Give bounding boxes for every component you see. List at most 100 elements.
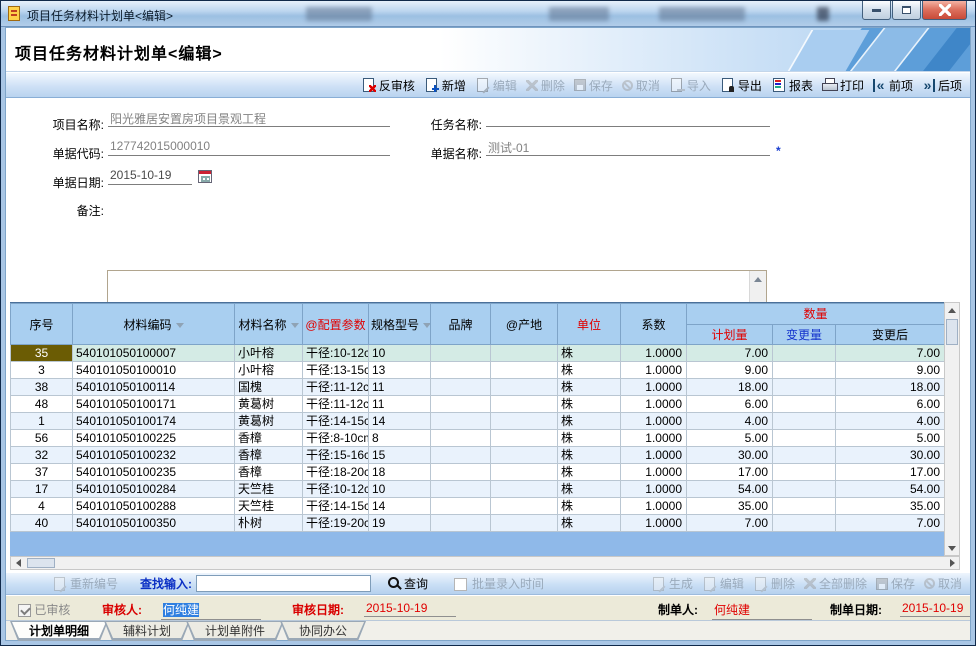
table-cell[interactable]: 54.00: [687, 481, 773, 498]
table-cell[interactable]: 37: [11, 464, 73, 481]
table-cell[interactable]: [491, 498, 558, 515]
table-cell[interactable]: 天竺桂: [235, 481, 303, 498]
table-cell[interactable]: 15: [369, 447, 431, 464]
table-cell[interactable]: 朴树: [235, 515, 303, 532]
table-cell[interactable]: 天竺桂: [235, 498, 303, 515]
table-cell[interactable]: 9.00: [687, 362, 773, 379]
table-cell[interactable]: 1.0000: [621, 447, 687, 464]
tab-plan-attachment[interactable]: 计划单附件: [186, 621, 284, 641]
table-cell[interactable]: 540101050100350: [73, 515, 235, 532]
generate-button[interactable]: 生成: [651, 575, 693, 592]
table-cell[interactable]: 1.0000: [621, 413, 687, 430]
edit-button[interactable]: 编辑: [475, 77, 517, 94]
col-header-unit[interactable]: 单位: [558, 304, 621, 345]
table-cell[interactable]: 14: [369, 413, 431, 430]
table-cell[interactable]: 株: [558, 396, 621, 413]
table-cell[interactable]: 6.00: [687, 396, 773, 413]
scroll-up-icon[interactable]: [754, 277, 762, 282]
table-cell[interactable]: 株: [558, 464, 621, 481]
tab-plan-detail[interactable]: 计划单明细: [10, 621, 108, 641]
doc-code-field[interactable]: 127742015000010: [108, 139, 390, 156]
col-header-material-code[interactable]: 材料编码: [73, 304, 235, 345]
filter-icon[interactable]: [423, 323, 430, 328]
row-edit-button[interactable]: 编辑: [702, 575, 744, 592]
tab-auxiliary-plan[interactable]: 辅料计划: [104, 621, 190, 641]
table-row[interactable]: 48540101050100171黄葛树干径:11-12cm11株1.00006…: [11, 396, 945, 413]
row-cancel-button[interactable]: 取消: [924, 575, 962, 592]
table-cell[interactable]: 1.0000: [621, 464, 687, 481]
table-cell[interactable]: 540101050100235: [73, 464, 235, 481]
table-cell[interactable]: 540101050100288: [73, 498, 235, 515]
table-row[interactable]: 32540101050100232香樟干径:15-16cm15株1.000030…: [11, 447, 945, 464]
next-item-button[interactable]: 后项: [922, 77, 962, 94]
table-cell[interactable]: 干径:10-12cm: [303, 481, 369, 498]
export-button[interactable]: 导出: [720, 77, 762, 94]
table-cell[interactable]: 11: [369, 396, 431, 413]
col-header-planned-qty[interactable]: 计划量: [687, 324, 773, 345]
row-save-button[interactable]: 保存: [876, 575, 915, 592]
table-cell[interactable]: 干径:11-12cm: [303, 396, 369, 413]
table-cell[interactable]: 香樟: [235, 464, 303, 481]
table-cell[interactable]: 48: [11, 396, 73, 413]
table-cell[interactable]: 19: [369, 515, 431, 532]
table-cell[interactable]: 小叶榕: [235, 362, 303, 379]
maximize-button[interactable]: [892, 1, 921, 20]
grid-vertical-scrollbar[interactable]: [944, 302, 960, 556]
table-cell[interactable]: [431, 345, 491, 362]
col-header-brand[interactable]: 品牌: [431, 304, 491, 345]
table-cell[interactable]: 株: [558, 362, 621, 379]
scroll-up-button[interactable]: [945, 303, 959, 317]
table-cell[interactable]: 40: [11, 515, 73, 532]
cancel-button[interactable]: 取消: [622, 77, 660, 94]
renumber-button[interactable]: 重新编号: [52, 575, 118, 592]
table-cell[interactable]: [431, 515, 491, 532]
table-cell[interactable]: [491, 396, 558, 413]
table-cell[interactable]: [491, 345, 558, 362]
table-cell[interactable]: 56: [11, 430, 73, 447]
table-cell[interactable]: [491, 379, 558, 396]
table-row[interactable]: 38540101050100114国槐干径:11-12cm11株1.000018…: [11, 379, 945, 396]
table-row[interactable]: 1540101050100174黄葛树干径:14-15cm14株1.00004.…: [11, 413, 945, 430]
grid-horizontal-scrollbar[interactable]: [10, 556, 960, 570]
col-header-spec-model[interactable]: 规格型号: [369, 304, 431, 345]
table-cell[interactable]: 1.0000: [621, 345, 687, 362]
previous-item-button[interactable]: 前项: [873, 77, 913, 94]
table-cell[interactable]: 黄葛树: [235, 413, 303, 430]
col-header-coefficient[interactable]: 系数: [621, 304, 687, 345]
close-button[interactable]: [922, 1, 967, 20]
table-cell[interactable]: [773, 481, 836, 498]
table-cell[interactable]: 干径:8-10cm: [303, 430, 369, 447]
table-cell[interactable]: [773, 379, 836, 396]
table-cell[interactable]: 干径:18-20cm: [303, 464, 369, 481]
table-cell[interactable]: 32: [11, 447, 73, 464]
table-row[interactable]: 17540101050100284天竺桂干径:10-12cm10株1.00005…: [11, 481, 945, 498]
table-cell[interactable]: 1: [11, 413, 73, 430]
table-cell[interactable]: [773, 396, 836, 413]
save-button[interactable]: 保存: [574, 77, 613, 94]
search-input[interactable]: [196, 575, 371, 592]
table-cell[interactable]: 小叶榕: [235, 345, 303, 362]
table-cell[interactable]: 540101050100174: [73, 413, 235, 430]
table-row[interactable]: 4540101050100288天竺桂干径:14-15cm14株1.000035…: [11, 498, 945, 515]
audited-checkbox[interactable]: 已审核: [18, 601, 70, 618]
unaudit-button[interactable]: 反审核: [361, 77, 415, 94]
hscroll-thumb[interactable]: [27, 558, 55, 568]
tab-collaboration[interactable]: 协同办公: [280, 621, 366, 641]
table-cell[interactable]: 18: [369, 464, 431, 481]
table-cell[interactable]: 4: [11, 498, 73, 515]
table-cell[interactable]: 35: [11, 345, 73, 362]
table-cell[interactable]: [491, 430, 558, 447]
table-cell[interactable]: 35.00: [836, 498, 945, 515]
table-cell[interactable]: [773, 515, 836, 532]
table-cell[interactable]: 1.0000: [621, 362, 687, 379]
report-button[interactable]: 报表: [771, 77, 813, 94]
table-cell[interactable]: [773, 413, 836, 430]
table-cell[interactable]: 干径:10-12cm: [303, 345, 369, 362]
filter-icon[interactable]: [291, 323, 299, 328]
table-cell[interactable]: [773, 498, 836, 515]
table-cell[interactable]: 7.00: [836, 515, 945, 532]
minimize-button[interactable]: [862, 1, 891, 20]
table-cell[interactable]: [431, 413, 491, 430]
filter-icon[interactable]: [176, 323, 184, 328]
table-cell[interactable]: 干径:11-12cm: [303, 379, 369, 396]
